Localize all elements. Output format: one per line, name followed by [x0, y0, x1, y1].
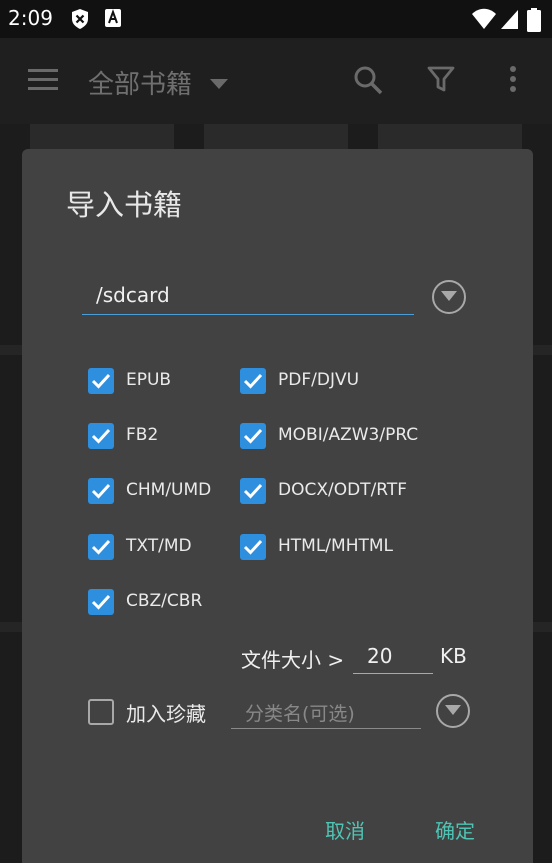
- menu-icon[interactable]: [28, 68, 58, 94]
- chevron-down-icon: [441, 291, 457, 301]
- format-checkbox-fb2[interactable]: FB2: [88, 423, 228, 449]
- format-checkbox-html-mhtml[interactable]: HTML/MHTML: [240, 534, 440, 560]
- category-dropdown-button[interactable]: [436, 694, 470, 728]
- add-to-favorites-label: 加入珍藏: [126, 702, 206, 726]
- format-checkbox-chm-umd[interactable]: CHM/UMD: [88, 478, 228, 504]
- file-size-value[interactable]: 20: [367, 644, 392, 668]
- check-icon: [243, 483, 263, 499]
- wifi-icon: [471, 8, 497, 34]
- format-checkbox-pdf-djvu[interactable]: PDF/DJVU: [240, 368, 440, 394]
- checkbox-label: MOBI/AZW3/PRC: [278, 425, 419, 445]
- file-size-unit: KB: [440, 644, 467, 668]
- checkbox-label: PDF/DJVU: [278, 370, 360, 390]
- format-checkbox-epub[interactable]: EPUB: [88, 368, 228, 394]
- app-a-icon: [104, 8, 122, 32]
- checkbox[interactable]: [88, 534, 114, 560]
- battery-icon: [527, 8, 541, 36]
- format-checkbox-cbz-cbr[interactable]: CBZ/CBR: [88, 589, 228, 615]
- checkbox[interactable]: [240, 534, 266, 560]
- check-icon: [91, 373, 111, 389]
- app-bar: 全部书籍: [0, 38, 552, 124]
- checkbox-label: TXT/MD: [126, 536, 192, 556]
- checkbox-label: DOCX/ODT/RTF: [278, 480, 408, 500]
- ok-button[interactable]: 确定: [429, 811, 481, 848]
- cancel-button[interactable]: 取消: [319, 811, 371, 848]
- app-title[interactable]: 全部书籍: [88, 64, 192, 101]
- check-icon: [91, 539, 111, 555]
- checkbox[interactable]: [88, 478, 114, 504]
- add-to-favorites-checkbox[interactable]: [88, 699, 118, 725]
- more-vert-icon[interactable]: [508, 65, 518, 97]
- checkbox[interactable]: [88, 589, 114, 615]
- path-input[interactable]: /sdcard: [82, 279, 414, 315]
- checkbox-label: FB2: [126, 425, 159, 445]
- status-bar: 2:09: [0, 0, 552, 38]
- checkbox-label: HTML/MHTML: [278, 536, 394, 556]
- checkbox[interactable]: [240, 368, 266, 394]
- chevron-down-icon: [445, 705, 461, 715]
- check-icon: [91, 428, 111, 444]
- checkbox[interactable]: [88, 423, 114, 449]
- check-icon: [243, 373, 263, 389]
- checkbox-label: CBZ/CBR: [126, 591, 203, 611]
- path-dropdown-button[interactable]: [432, 280, 466, 314]
- checkbox[interactable]: [240, 423, 266, 449]
- import-books-dialog: 导入书籍 /sdcard EPUB PDF/DJVU FB2 MOBI/AZW3…: [22, 149, 533, 863]
- path-value[interactable]: /sdcard: [96, 283, 170, 307]
- checkbox[interactable]: [88, 699, 114, 725]
- caret-down-icon[interactable]: [210, 74, 228, 93]
- checkbox-label: CHM/UMD: [126, 480, 212, 500]
- check-icon: [243, 428, 263, 444]
- dialog-title: 导入书籍: [66, 188, 183, 222]
- checkbox[interactable]: [240, 478, 266, 504]
- format-checkbox-mobi-azw3-prc[interactable]: MOBI/AZW3/PRC: [240, 423, 460, 449]
- status-time: 2:09: [8, 6, 53, 30]
- file-size-label: 文件大小 >: [241, 648, 345, 672]
- category-name-input[interactable]: 分类名(可选): [231, 693, 421, 729]
- blocked-notification-icon: [70, 8, 90, 34]
- check-icon: [91, 594, 111, 610]
- cellular-signal-icon: [500, 8, 520, 34]
- check-icon: [243, 539, 263, 555]
- checkbox[interactable]: [88, 368, 114, 394]
- checkbox-label: EPUB: [126, 370, 172, 390]
- format-checkbox-docx-odt-rtf[interactable]: DOCX/ODT/RTF: [240, 478, 460, 504]
- search-icon[interactable]: [353, 65, 383, 99]
- format-checkbox-txt-md[interactable]: TXT/MD: [88, 534, 228, 560]
- filter-icon[interactable]: [427, 65, 455, 97]
- check-icon: [91, 483, 111, 499]
- file-size-input[interactable]: 20: [353, 640, 433, 674]
- category-placeholder: 分类名(可选): [245, 703, 355, 725]
